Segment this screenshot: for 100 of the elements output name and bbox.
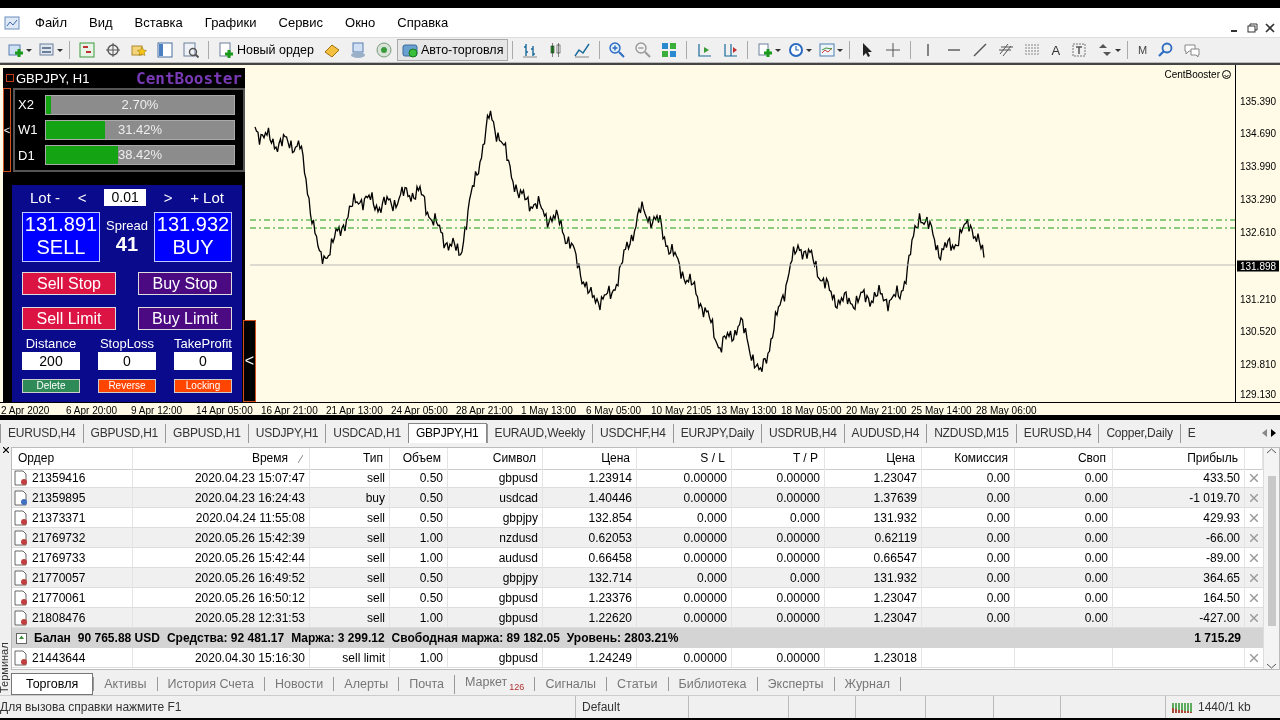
panel-title: Терминал [0, 641, 10, 693]
data-window-icon[interactable] [183, 42, 199, 58]
terminal-tab[interactable]: Сигналы [534, 677, 607, 691]
menu-item[interactable]: Графики [193, 15, 268, 30]
time-label: 2 Apr 2020 [0, 405, 51, 416]
column-header[interactable]: Прибыль [1113, 448, 1245, 470]
close-icon[interactable] [1264, 21, 1276, 34]
action-button[interactable]: Delete [22, 379, 80, 393]
text-label-icon[interactable] [1071, 42, 1088, 58]
profiles-icon[interactable] [39, 42, 55, 58]
increase-button[interactable]: > [163, 189, 173, 206]
terminal-tab[interactable]: Новости [263, 677, 334, 691]
field-label: StopLoss [98, 336, 156, 351]
zoom-in-icon[interactable] [609, 42, 626, 58]
collapse-tab[interactable]: < [243, 320, 256, 402]
channel-icon[interactable] [998, 42, 1015, 58]
menu-item[interactable]: Вид [77, 15, 124, 30]
order-button[interactable]: Sell Stop [22, 272, 116, 295]
column-header[interactable]: Время [133, 448, 310, 470]
terminal-tab[interactable]: Активы [93, 677, 157, 691]
toolbar-button[interactable]: Новый ордер [213, 39, 319, 61]
clock-icon[interactable] [788, 42, 805, 58]
trend-line-icon[interactable] [972, 42, 989, 58]
decrease-button[interactable]: < [77, 189, 87, 206]
scroll-right-icon[interactable] [1271, 429, 1276, 437]
terminal-tab[interactable]: Маркет $_{126}$ [454, 674, 535, 694]
lot-minus-button[interactable]: Lot - [30, 189, 60, 206]
terminal-tab[interactable]: Эксперты [756, 677, 834, 691]
add-indicator-icon[interactable] [757, 42, 774, 58]
order-number: 21770057 [32, 569, 86, 587]
terminal-tab[interactable]: Алерты [333, 677, 399, 691]
navigator-icon[interactable] [157, 42, 173, 58]
buy-button[interactable]: 131.932 BUY [154, 212, 232, 262]
chart-symbol: GBPJPY, H1 [16, 70, 90, 86]
menu-item[interactable]: Файл [24, 15, 78, 30]
column-header[interactable]: Символ [448, 448, 543, 470]
order-button[interactable]: Buy Limit [138, 307, 232, 330]
lot-field[interactable]: 0.01 [104, 189, 147, 206]
chat-icon[interactable] [1184, 42, 1201, 58]
smiley-icon [1222, 70, 1231, 79]
arrows-icon[interactable] [1097, 42, 1114, 58]
value-field[interactable]: 200 [22, 352, 80, 370]
column-header[interactable]: S / L [637, 448, 732, 470]
scroll-up-icon[interactable] [1267, 448, 1276, 454]
column-header[interactable]: Ордер [12, 448, 133, 470]
close-box-icon[interactable] [6, 74, 14, 82]
search-icon[interactable] [1158, 42, 1175, 58]
time-label: 21 Apr 13:00 [325, 405, 384, 416]
toolbar-button[interactable]: M [1132, 44, 1154, 56]
tile-windows-icon[interactable] [661, 42, 678, 58]
table-cell: 2020.05.26 15:42:39 [133, 528, 310, 548]
terminal-tab[interactable]: Почта [398, 677, 454, 691]
lot-plus-button[interactable]: + Lot [190, 189, 224, 206]
order-button[interactable]: Sell Limit [22, 307, 116, 330]
column-header[interactable]: Тип [310, 448, 390, 470]
column-header[interactable]: Комиссия [922, 448, 1015, 470]
time-label: 28 May 06:00 [975, 405, 1038, 416]
order-button[interactable]: Buy Stop [138, 272, 232, 295]
scroll-down-icon[interactable] [1267, 663, 1276, 669]
value-field[interactable]: 0 [98, 352, 156, 370]
table-cell: sell [310, 608, 390, 628]
zoom-out-icon[interactable] [635, 42, 652, 58]
side-tab[interactable]: < [3, 88, 11, 172]
menu-item[interactable]: Вставка [123, 15, 194, 30]
sell-button[interactable]: 131.891 SELL [22, 212, 100, 262]
restore-icon[interactable] [1246, 21, 1258, 34]
toolbar-button[interactable]: Авто-торговля [396, 39, 509, 61]
terminal-tab[interactable]: История Счета [156, 677, 264, 691]
progress-reading: 2.70% [120, 95, 160, 114]
menu-item[interactable]: Справка [386, 15, 460, 30]
template-icon[interactable] [819, 42, 836, 58]
column-header[interactable]: Цена [825, 448, 922, 470]
column-header[interactable]: Объем [390, 448, 448, 470]
bar-chart-icon[interactable] [522, 42, 539, 58]
column-header[interactable]: Своп [1015, 448, 1113, 470]
terminal-tab[interactable]: Статьи [606, 677, 668, 691]
text-tool[interactable]: A [1045, 42, 1067, 58]
column-header[interactable]: Цена [543, 448, 637, 470]
chart-tab[interactable]: GBPJPY,H1 [407, 423, 487, 443]
buy-label: BUY [171, 236, 215, 259]
new-chart-icon[interactable] [8, 42, 24, 58]
terminal-tab[interactable]: Торговля [11, 673, 94, 695]
value-field[interactable]: 0 [174, 352, 232, 370]
price-label: 133.990 [1240, 160, 1277, 172]
close-icon[interactable] [2, 447, 9, 453]
column-header[interactable]: T / P [732, 448, 825, 470]
chart-shift-icon[interactable] [696, 42, 713, 58]
menu-item[interactable]: Сервис [267, 15, 335, 30]
terminal-tab[interactable]: Журнал [833, 677, 901, 691]
autoscroll-icon[interactable] [722, 42, 739, 58]
table-cell: 1.23047 [825, 608, 922, 628]
scroll-thumb[interactable] [1267, 476, 1276, 626]
header-label: S / L [700, 450, 725, 467]
crosshair-icon[interactable] [105, 42, 121, 58]
menu-item[interactable]: Окно [334, 15, 387, 30]
terminal-tab[interactable]: Библиотека [667, 677, 757, 691]
market-watch-icon[interactable] [79, 42, 95, 58]
line-chart-icon[interactable] [574, 42, 591, 58]
expand-icon[interactable] [16, 632, 27, 644]
favorites-icon[interactable] [131, 42, 147, 58]
